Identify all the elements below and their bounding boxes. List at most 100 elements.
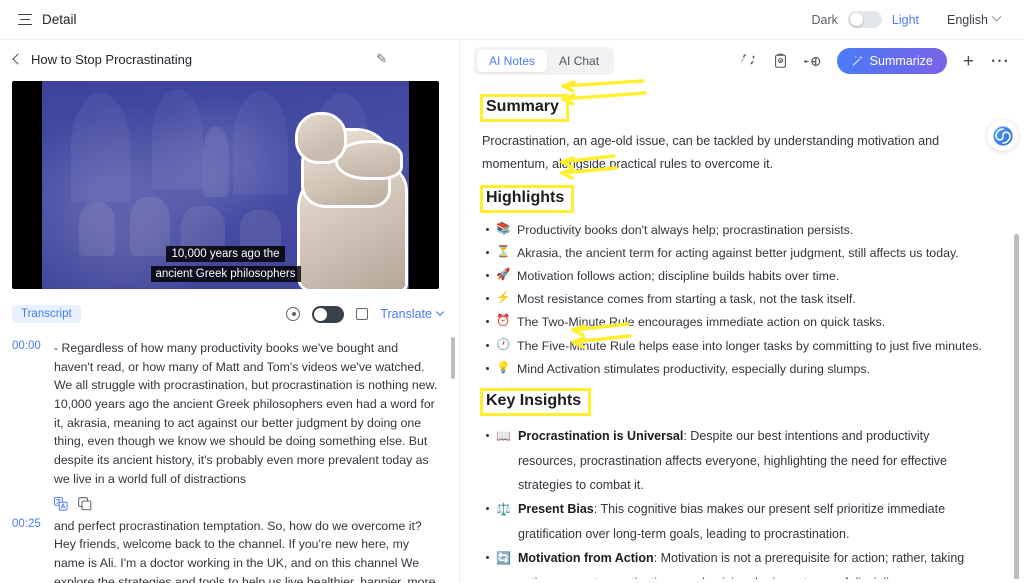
list-item: 🔄Motivation from Action: Motivation is n…: [486, 546, 986, 579]
page-title: Detail: [42, 12, 77, 27]
decor-arch: [71, 93, 130, 201]
transcript-segment[interactable]: 00:00 - Regardless of how many productiv…: [0, 335, 459, 489]
top-bar: Detail Dark Light English: [0, 0, 1024, 40]
segment-tools: [0, 489, 459, 513]
top-bar-right: Dark Light English: [811, 11, 1008, 28]
target-icon[interactable]: [286, 307, 300, 321]
top-bar-left: Detail: [18, 12, 77, 27]
theme-light-label[interactable]: Light: [892, 13, 919, 27]
item-emoji-icon: ⚖️: [496, 497, 511, 521]
document-title: How to Stop Procrastinating: [31, 52, 192, 67]
summary-heading: Summary: [480, 94, 569, 122]
list-item: 📖Procrastination is Universal: Despite o…: [486, 424, 986, 497]
decor-arch: [152, 89, 203, 189]
mindmap-icon[interactable]: [804, 54, 821, 69]
item-text: Motivation follows action; discipline bu…: [517, 266, 839, 286]
toggle-knob: [850, 13, 863, 26]
segment-text: - Regardless of how many productivity bo…: [54, 339, 439, 489]
chevron-down-icon: [992, 12, 1002, 22]
item-emoji-icon: 📖: [496, 424, 511, 448]
item-emoji-icon: ⏰: [496, 312, 510, 331]
transcript-body[interactable]: 00:00 - Regardless of how many productiv…: [0, 331, 459, 583]
pencil-icon[interactable]: ✎: [376, 51, 387, 67]
item-title: Motivation from Action: [518, 551, 654, 565]
list-item: 📚 Productivity books don't always help; p…: [486, 219, 986, 242]
summary-text: Procrastination, an age-old issue, can b…: [482, 130, 986, 177]
item-text: Akrasia, the ancient term for acting aga…: [517, 243, 959, 263]
highlights-list: 📚 Productivity books don't always help; p…: [480, 219, 986, 381]
magic-text-icon[interactable]: ⁄: [741, 53, 757, 69]
language-label: English: [947, 13, 988, 27]
main-split: How to Stop Procrastinating ✎: [0, 40, 1024, 583]
item-title: Procrastination is Universal: [518, 429, 683, 443]
spiral-logo-icon[interactable]: [987, 120, 1018, 151]
more-horizontal-icon[interactable]: ⋯: [990, 52, 1010, 71]
chevron-left-icon[interactable]: [12, 53, 23, 64]
statue-image: [282, 109, 417, 289]
decor-arch: [233, 91, 288, 195]
item-title: Present Bias: [518, 502, 594, 516]
left-panel: How to Stop Procrastinating ✎: [0, 40, 460, 583]
list-item: ⏰ The Two-Minute Rule encourages immediat…: [486, 311, 986, 334]
transcript-tools: Translate: [286, 306, 443, 323]
video-player[interactable]: 10,000 years ago the ancient Greek philo…: [12, 81, 439, 289]
summarize-button[interactable]: Summarize: [837, 48, 947, 74]
item-text: Productivity books don't always help; pr…: [517, 220, 853, 240]
ai-panel-header: AI Notes AI Chat ⁄ Summarize + ⋯: [460, 40, 1024, 82]
autoscroll-toggle[interactable]: [312, 306, 344, 323]
video-caption: 10,000 years ago the ancient Greek philo…: [151, 243, 301, 283]
item-text: The Five-Minute Rule helps ease into lon…: [517, 336, 982, 356]
item-text: Mind Activation stimulates productivity,…: [517, 359, 870, 379]
item-emoji-icon: 💡: [496, 359, 510, 378]
item-emoji-icon: ⏳: [496, 243, 510, 262]
list-item: 💡 Mind Activation stimulates productivity…: [486, 357, 986, 380]
theme-toggle[interactable]: [848, 11, 882, 28]
ai-tools: ⁄ Summarize + ⋯: [741, 48, 1010, 74]
theme-dark-label[interactable]: Dark: [811, 13, 837, 27]
plus-icon[interactable]: +: [963, 52, 974, 71]
list-item: ⚖️Present Bias: This cognitive bias make…: [486, 497, 986, 546]
caption-line-2: ancient Greek philosophers: [151, 266, 301, 282]
list-item: 🚀 Motivation follows action; discipline b…: [486, 265, 986, 288]
transcript-chip[interactable]: Transcript: [12, 305, 81, 323]
translate-dropdown[interactable]: Translate: [380, 307, 443, 321]
transcript-segment[interactable]: 00:25 and perfect procrastination tempta…: [0, 513, 459, 583]
translate-label: Translate: [380, 307, 432, 321]
item-emoji-icon: 🔄: [496, 546, 511, 570]
decor-figure: [79, 202, 116, 256]
segment-timestamp[interactable]: 00:00: [12, 339, 54, 489]
ai-notes-content[interactable]: Summary Procrastination, an age-old issu…: [460, 82, 1024, 579]
segment-text: and perfect procrastination temptation. …: [54, 517, 439, 583]
key-insights-heading: Key Insights: [480, 388, 591, 416]
summarize-label: Summarize: [870, 54, 933, 68]
item-emoji-icon: ⚡: [496, 289, 510, 308]
tab-ai-notes[interactable]: AI Notes: [477, 50, 547, 72]
svg-text:⁄: ⁄: [741, 56, 745, 68]
trash-note-icon[interactable]: [773, 53, 788, 69]
chevron-down-icon: [436, 308, 444, 316]
item-text: The Two-Minute Rule encourages immediate…: [517, 312, 885, 332]
copy-icon[interactable]: [78, 497, 92, 511]
hamburger-icon[interactable]: [18, 14, 32, 26]
highlights-heading: Highlights: [480, 185, 574, 213]
item-text: Most resistance comes from starting a ta…: [517, 289, 856, 309]
language-selector[interactable]: English: [947, 13, 1000, 27]
list-item: ⏳ Akrasia, the ancient term for acting ag…: [486, 242, 986, 265]
ai-tabs: AI Notes AI Chat: [474, 47, 614, 75]
caption-line-1: 10,000 years ago the: [166, 246, 284, 262]
segment-timestamp[interactable]: 00:25: [12, 517, 54, 583]
tab-ai-chat[interactable]: AI Chat: [547, 50, 611, 72]
document-header: How to Stop Procrastinating ✎: [0, 40, 459, 78]
copy-icon[interactable]: [356, 308, 368, 320]
item-emoji-icon: 🕐: [496, 336, 510, 355]
right-panel: AI Notes AI Chat ⁄ Summarize + ⋯: [460, 40, 1024, 583]
transcript-toolbar: Transcript Translate: [12, 297, 443, 331]
transcript-scrollbar[interactable]: [451, 337, 455, 379]
notes-scrollbar[interactable]: [1014, 234, 1019, 579]
list-item: ⚡ Most resistance comes from starting a t…: [486, 288, 986, 311]
list-item: 🕐 The Five-Minute Rule helps ease into lo…: [486, 334, 986, 357]
translate-icon[interactable]: [54, 497, 68, 511]
item-emoji-icon: 🚀: [496, 266, 510, 285]
item-emoji-icon: 📚: [496, 220, 510, 239]
magic-wand-icon: [851, 55, 864, 68]
